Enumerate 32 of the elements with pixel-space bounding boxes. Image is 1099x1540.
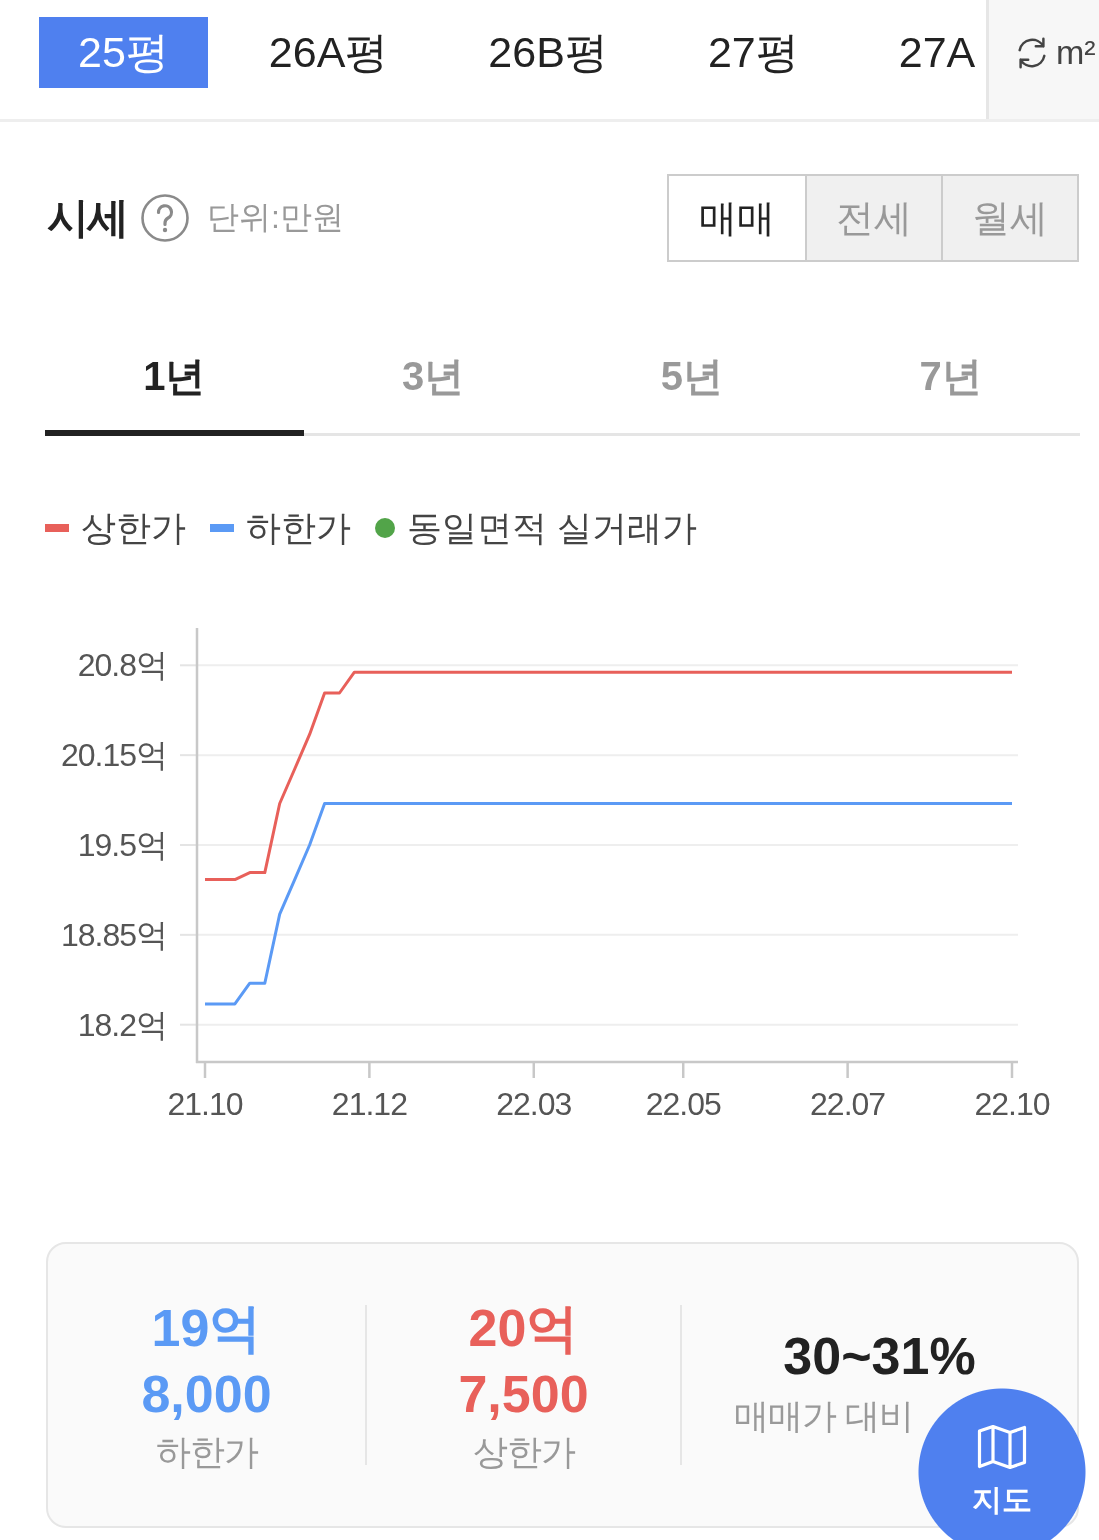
- ratio-value: 30~31%: [783, 1325, 976, 1387]
- axis-label: 20.15억: [60, 737, 167, 774]
- legend-label: 동일면적 실거래가: [407, 507, 697, 549]
- summary-label: 하한가: [155, 1430, 258, 1473]
- size-tab[interactable]: 27평: [707, 17, 799, 88]
- size-tab[interactable]: 25평: [39, 17, 208, 88]
- axis-label: 19.5억: [77, 827, 167, 863]
- axis-label: 22.07: [810, 1086, 886, 1122]
- axis-label: 21.12: [331, 1086, 407, 1122]
- price-value: 19억 8,000: [141, 1297, 272, 1425]
- summary-label: 상한가: [472, 1430, 575, 1473]
- axis-label: 18.85억: [60, 916, 167, 953]
- axis-label: 22.10: [974, 1086, 1050, 1122]
- map-icon: [977, 1424, 1027, 1470]
- size-tab[interactable]: 26B평: [488, 17, 608, 88]
- legend-label: 상한가: [81, 507, 186, 549]
- price-value: 20억 7,500: [458, 1297, 589, 1425]
- size-tab[interactable]: 27A: [898, 17, 976, 88]
- legend-label: 하한가: [246, 507, 351, 549]
- period-tab[interactable]: 1년: [45, 302, 304, 436]
- section-title: 시세: [47, 193, 127, 243]
- summary-label: 매매가 대비: [734, 1394, 913, 1437]
- map-button[interactable]: 지도: [918, 1388, 1086, 1540]
- axis-label: 22.03: [496, 1086, 572, 1122]
- axis-label: 18.2억: [77, 1006, 167, 1043]
- help-icon[interactable]: [141, 194, 189, 242]
- axis-label: 22.05: [645, 1086, 721, 1122]
- unit-toggle-button[interactable]: m²: [986, 0, 1099, 119]
- unit-note: 단위:만원: [207, 198, 344, 237]
- axis-label: 20.8억: [77, 647, 167, 684]
- axis-label: 21.10: [167, 1086, 243, 1122]
- size-tab[interactable]: 26A평: [268, 17, 389, 88]
